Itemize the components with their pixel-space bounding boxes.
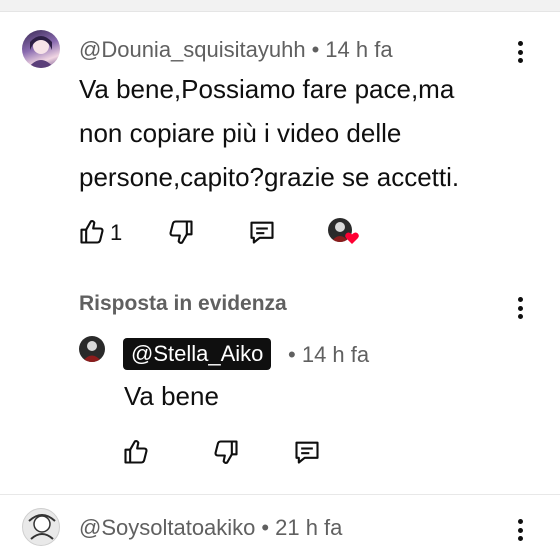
top-bar xyxy=(0,0,560,12)
meta-separator: • xyxy=(311,37,320,62)
comment-meta: @Dounia_squisitayuhh • 14 h fa xyxy=(79,37,393,63)
divider xyxy=(0,494,560,495)
avatar[interactable] xyxy=(22,508,60,546)
dislike-icon[interactable] xyxy=(167,218,195,246)
reply-icon[interactable] xyxy=(293,438,321,466)
like-count: 1 xyxy=(110,220,123,245)
reply-icon[interactable] xyxy=(248,218,276,246)
more-options-icon[interactable] xyxy=(508,294,532,322)
avatar[interactable] xyxy=(22,30,60,68)
more-options-icon[interactable] xyxy=(508,516,532,544)
comment-text-line: Va bene,Possiamo fare pace,ma xyxy=(79,74,455,104)
comment-time[interactable]: 21 h fa xyxy=(275,515,342,540)
comment-author[interactable]: @Dounia_squisitayuhh xyxy=(79,37,306,62)
meta-separator: • xyxy=(288,342,296,367)
avatar-image xyxy=(28,514,56,540)
comment-text-line: persone,capito?grazie se accetti. xyxy=(79,162,460,192)
reply-author-badge[interactable]: @Stella_Aiko xyxy=(123,338,272,370)
heart-icon xyxy=(345,232,359,244)
meta-separator: • xyxy=(261,515,270,540)
reply-time[interactable]: 14 h fa xyxy=(302,342,369,367)
reply-avatar[interactable] xyxy=(79,336,105,362)
like-icon[interactable] xyxy=(122,438,150,466)
comment-author[interactable]: @Soysoltatoakiko xyxy=(79,515,255,540)
comment-meta: @Soysoltatoakiko • 21 h fa xyxy=(79,515,342,541)
reply-meta: • 14 h fa xyxy=(288,342,369,368)
comment-text-line: non copiare più i video delle xyxy=(79,118,402,148)
more-options-icon[interactable] xyxy=(508,38,532,66)
comment-text: Va bene,Possiamo fare pace,ma non copiar… xyxy=(79,67,459,199)
reply-text: Va bene xyxy=(124,381,219,411)
comment-time[interactable]: 14 h fa xyxy=(325,37,392,62)
avatar-image xyxy=(28,36,54,68)
dislike-icon[interactable] xyxy=(212,438,240,466)
like-icon[interactable] xyxy=(78,218,106,246)
highlighted-reply-label: Risposta in evidenza xyxy=(79,292,287,315)
